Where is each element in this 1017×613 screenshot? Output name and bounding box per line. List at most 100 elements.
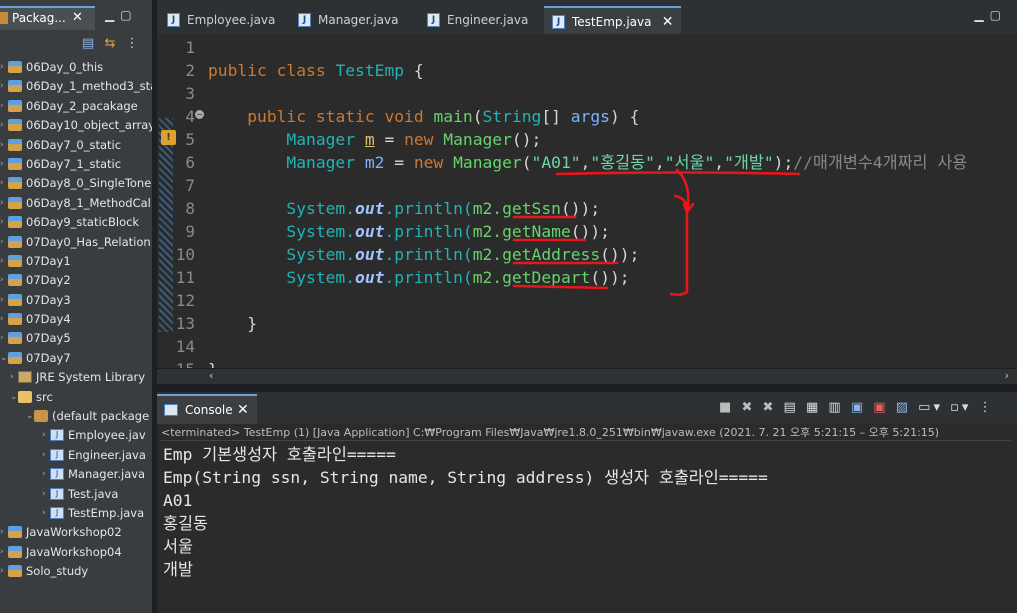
tree-item[interactable]: › 06Day7_0_static <box>0 136 152 155</box>
tree-item[interactable]: › 07Day0_Has_Relation <box>0 233 152 252</box>
close-icon[interactable]: ✕ <box>72 8 83 28</box>
tree-item[interactable]: › JavaWorkshop02 <box>0 523 152 542</box>
tree-item-label: 06Day_1_method3_sta <box>26 79 152 94</box>
expand-down-icon[interactable]: ⌄ <box>10 388 18 407</box>
tree-item-label: 06Day8_0_SingleTone <box>26 176 152 191</box>
warning-icon[interactable]: ! <box>161 130 176 145</box>
tree-item[interactable]: ⌄ (default package <box>0 407 152 426</box>
remove-launch-icon[interactable]: ✖ <box>741 400 755 415</box>
open-console-icon[interactable]: ▫▾ <box>950 400 971 415</box>
tree-item[interactable]: › 06Day9_staticBlock <box>0 213 152 232</box>
code-editor[interactable]: 123456789101112131415 − ! public class T… <box>157 34 1017 368</box>
expand-right-icon[interactable]: › <box>0 77 4 96</box>
tree-item[interactable]: › 06Day_1_method3_sta <box>0 77 152 96</box>
code-lines[interactable]: public class TestEmp { public static voi… <box>208 36 1008 368</box>
expand-right-icon[interactable]: › <box>42 446 46 465</box>
console-output[interactable]: Emp 기본생성자 호출라인===== Emp(String ssn, Strin… <box>163 443 1013 581</box>
tree-item[interactable]: › 06Day_2_pacakage <box>0 97 152 116</box>
tree-item[interactable]: ⌄ src <box>0 388 152 407</box>
expand-right-icon[interactable]: › <box>0 543 4 562</box>
expand-right-icon[interactable]: › <box>0 271 4 290</box>
expand-right-icon[interactable]: › <box>0 233 4 252</box>
expand-right-icon[interactable]: › <box>0 194 4 213</box>
scroll-lock-icon[interactable]: ▦ <box>806 400 821 415</box>
tab-manager-java[interactable]: J Manager.java <box>290 6 398 34</box>
code-token: out <box>355 222 385 241</box>
fold-icon[interactable]: − <box>195 110 204 119</box>
tree-item[interactable]: › 06Day_0_this <box>0 58 152 77</box>
view-menu-icon[interactable]: ⋮ <box>125 36 138 51</box>
expand-right-icon[interactable]: › <box>0 523 4 542</box>
tree-item[interactable]: › 06Day7_1_static <box>0 155 152 174</box>
expand-right-icon[interactable]: › <box>0 252 4 271</box>
expand-down-icon[interactable]: ⌄ <box>26 407 34 426</box>
horizontal-scrollbar[interactable]: ‹ › <box>157 368 1017 384</box>
scroll-left-icon[interactable]: ‹ <box>209 369 213 382</box>
scroll-right-icon[interactable]: › <box>1005 369 1009 382</box>
tree-item[interactable]: › JRE System Library <box>0 368 152 387</box>
expand-right-icon[interactable]: › <box>0 291 4 310</box>
tree-item-label: 07Day3 <box>26 292 71 307</box>
pin-console-icon[interactable]: ▨ <box>896 400 911 415</box>
tree-item[interactable]: › 07Day1 <box>0 252 152 271</box>
expand-right-icon[interactable]: › <box>0 58 4 77</box>
tree-item[interactable]: › 06Day8_1_MethodCal <box>0 194 152 213</box>
tree-item[interactable]: › 06Day8_0_SingleTone <box>0 174 152 193</box>
tree-item-label: src <box>36 389 53 404</box>
code-token: (); <box>511 130 542 149</box>
tree-item[interactable]: › 06Day10_object_array <box>0 116 152 135</box>
tree-item[interactable]: › Solo_study <box>0 562 152 581</box>
show-stdout-icon[interactable]: ▣ <box>851 400 866 415</box>
minimize-maximize-icons[interactable]: ▁▢ <box>105 8 138 22</box>
expand-right-icon[interactable]: › <box>42 485 46 504</box>
expand-right-icon[interactable]: › <box>42 504 46 523</box>
clear-console-icon[interactable]: ▤ <box>784 400 799 415</box>
word-wrap-icon[interactable]: ▥ <box>828 400 843 415</box>
code-token: m2. <box>472 268 503 287</box>
tree-item[interactable]: › 07Day2 <box>0 271 152 290</box>
tab-employee-java[interactable]: J Employee.java <box>159 6 275 34</box>
tree-item[interactable]: › 07Day4 <box>0 310 152 329</box>
expand-right-icon[interactable]: › <box>0 562 4 581</box>
expand-right-icon[interactable]: › <box>10 368 14 387</box>
code-token: ()); <box>600 245 640 264</box>
tree-item[interactable]: › J TestEmp.java <box>0 504 152 523</box>
close-icon[interactable]: ✕ <box>237 396 249 424</box>
expand-right-icon[interactable]: › <box>0 97 4 116</box>
tab-testemp-java[interactable]: J TestEmp.java ✕ <box>544 6 682 36</box>
code-token: ()); <box>560 199 601 218</box>
expand-right-icon[interactable]: › <box>0 136 4 155</box>
display-console-icon[interactable]: ▭▾ <box>918 400 943 415</box>
tree-item[interactable]: › J Engineer.java <box>0 446 152 465</box>
expand-down-icon[interactable]: ⌄ <box>0 349 8 368</box>
expand-right-icon[interactable]: › <box>0 310 4 329</box>
close-icon[interactable]: ✕ <box>662 8 674 36</box>
show-stderr-icon[interactable]: ▣ <box>873 400 888 415</box>
expand-right-icon[interactable]: › <box>42 465 46 484</box>
expand-right-icon[interactable]: › <box>0 174 4 193</box>
tree-item[interactable]: ⌄ 07Day7 <box>0 349 152 368</box>
tab-console[interactable]: Console ✕ <box>157 394 257 424</box>
sash[interactable] <box>157 384 1017 392</box>
line-number: 13 <box>175 314 195 333</box>
tree-item[interactable]: › J Test.java <box>0 485 152 504</box>
expand-right-icon[interactable]: › <box>0 329 4 348</box>
terminate-icon[interactable]: ■ <box>719 400 734 415</box>
remove-all-icon[interactable]: ✖ <box>762 400 776 415</box>
code-line-8: System.out.println(m2.getSsn()); <box>208 197 1008 220</box>
expand-right-icon[interactable]: › <box>0 116 4 135</box>
link-editor-icon[interactable]: ⇆ <box>104 36 115 51</box>
tree-item[interactable]: › JavaWorkshop04 <box>0 543 152 562</box>
tree-item[interactable]: › J Employee.jav <box>0 426 152 445</box>
expand-right-icon[interactable]: › <box>42 426 46 445</box>
tab-engineer-java[interactable]: J Engineer.java <box>419 6 528 34</box>
tree-item[interactable]: › 07Day5 <box>0 329 152 348</box>
tree-item[interactable]: › 07Day3 <box>0 291 152 310</box>
expand-right-icon[interactable]: › <box>0 213 4 232</box>
expand-right-icon[interactable]: › <box>0 155 4 174</box>
tree-item[interactable]: › J Manager.java <box>0 465 152 484</box>
view-menu-icon[interactable]: ⋮ <box>979 400 995 415</box>
collapse-all-icon[interactable]: ▤ <box>82 36 94 51</box>
package-explorer-tab[interactable]: Packag... ✕ <box>0 6 95 30</box>
minimize-maximize-icons[interactable]: ▁▢ <box>974 8 1007 22</box>
